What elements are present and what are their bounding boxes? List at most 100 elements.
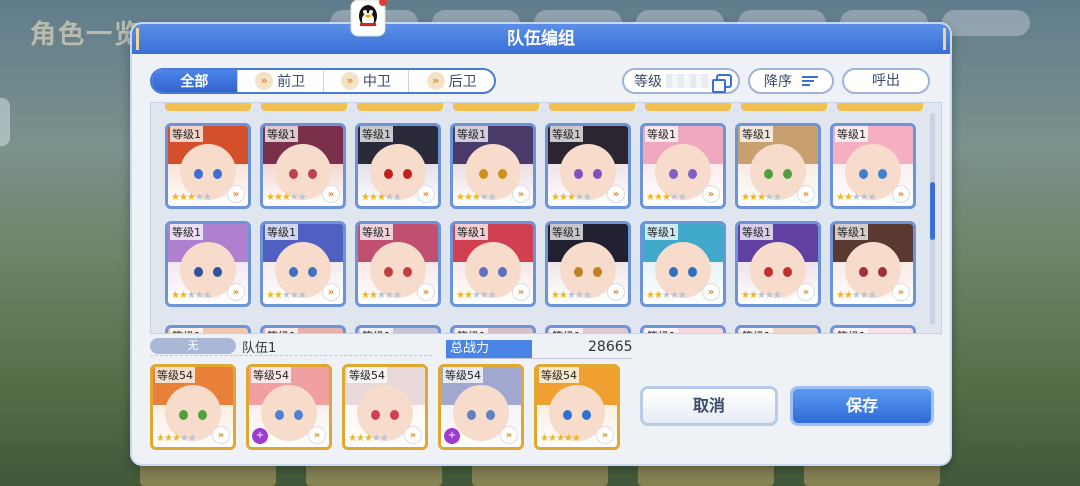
star-icon: ★: [851, 290, 861, 301]
qq-penguin-icon: [350, 0, 387, 37]
team-member-card[interactable]: 等级54 ★★★★★»: [534, 364, 620, 450]
roster-card[interactable]: 等级1: [450, 325, 536, 333]
roster-card[interactable]: 等级1 ★★★★★»: [165, 123, 251, 209]
level-label: 等级1: [740, 224, 773, 240]
roster-card[interactable]: 等级1 ★★★★★»: [165, 221, 251, 307]
star-icon: ★: [558, 290, 568, 301]
team-tag: 无: [150, 338, 236, 354]
roster-card[interactable]: 等级1 ★★★★★»: [355, 123, 441, 209]
star-icon: ★: [843, 290, 853, 301]
chevron-icon: »: [512, 283, 530, 301]
roster-card[interactable]: 等级1 ★★★★★»: [830, 221, 916, 307]
star-icon: ★: [156, 433, 165, 444]
save-button[interactable]: 保存: [790, 386, 934, 426]
star-icon: ★: [194, 290, 204, 301]
roster-card[interactable]: 等级1 ★★★★★»: [640, 123, 726, 209]
team-members: 等级54 ★★★★★» 等级54 +» 等级54 ★★★★★» 等级54 +» 等级54 ★★★★…: [150, 364, 620, 450]
star-rating: ★★★★★: [266, 290, 307, 301]
star-rating: ★★★★★: [836, 192, 877, 203]
roster-card[interactable]: 等级1 ★★★★★»: [640, 221, 726, 307]
previous-row-strip: [165, 103, 923, 111]
star-icon: ★: [368, 290, 378, 301]
star-icon: ★: [171, 433, 181, 444]
roster-card[interactable]: 等级1: [735, 325, 821, 333]
chevron-icon: »: [797, 283, 815, 301]
level-label: 等级1: [455, 224, 488, 240]
star-icon: ★: [361, 192, 370, 203]
star-icon: ★: [186, 192, 196, 203]
roster-card[interactable]: 等级1 ★★★★★»: [450, 123, 536, 209]
roster-card[interactable]: 等级1 ★★★★★»: [355, 221, 441, 307]
star-rating: ★★★★★: [551, 192, 592, 203]
tab-label: 前卫: [277, 74, 306, 90]
star-icon: ★: [487, 192, 497, 203]
star-icon: ★: [273, 192, 283, 203]
chevron-icon: »: [322, 283, 340, 301]
tab-all[interactable]: 全部: [152, 70, 237, 92]
star-icon: ★: [187, 433, 197, 444]
team-member-card[interactable]: 等级54 + »: [438, 364, 524, 450]
level-label: 等级1: [170, 328, 203, 333]
team-member-card[interactable]: 等级54 + »: [246, 364, 332, 450]
roster-card[interactable]: 等级1 ★★★★★»: [545, 221, 631, 307]
chevron-icon: »: [596, 426, 614, 444]
star-icon: ★: [540, 433, 549, 444]
scrollbar-thumb[interactable]: [930, 182, 935, 241]
background-title: 角色一览: [30, 20, 143, 50]
star-icon: ★: [281, 192, 291, 203]
star-icon: ★: [392, 192, 402, 203]
star-icon: ★: [867, 290, 877, 301]
star-icon: ★: [843, 192, 853, 203]
call-button[interactable]: 呼出: [842, 68, 930, 94]
star-icon: ★: [756, 290, 766, 301]
sort-field-select[interactable]: 等级: [622, 68, 740, 94]
star-icon: ★: [363, 433, 373, 444]
star-rating: ★★★★★: [456, 290, 497, 301]
tab-back[interactable]: » 后卫: [408, 70, 494, 92]
roster-card[interactable]: 等级1: [830, 325, 916, 333]
roster-card[interactable]: 等级1 ★★★★★»: [260, 221, 346, 307]
background-bottom-nav: [140, 462, 940, 486]
tab-front[interactable]: » 前卫: [236, 70, 323, 92]
sort-order-button[interactable]: 降序: [748, 68, 834, 94]
star-icon: ★: [479, 192, 489, 203]
chevron-icon: »: [797, 185, 815, 203]
level-label: 等级1: [835, 126, 868, 142]
sort-field-label: 等级: [634, 74, 662, 90]
cancel-button[interactable]: 取消: [640, 386, 778, 426]
star-icon: ★: [194, 192, 204, 203]
star-icon: ★: [772, 290, 782, 301]
star-icon: ★: [741, 192, 750, 203]
star-icon: ★: [566, 192, 576, 203]
roster-card[interactable]: 等级1 ★★★★★ »: [450, 221, 536, 307]
star-icon: ★: [756, 192, 766, 203]
roster-card[interactable]: 等级1: [545, 325, 631, 333]
roster-card[interactable]: 等级1 ★★★★★»: [260, 123, 346, 209]
team-member-card[interactable]: 等级54 ★★★★★»: [150, 364, 236, 450]
team-member-card[interactable]: 等级54 ★★★★★»: [342, 364, 428, 450]
star-icon: ★: [653, 290, 663, 301]
star-icon: ★: [646, 192, 655, 203]
roster-card[interactable]: 等级1: [260, 325, 346, 333]
roster-card[interactable]: 等级1 ★★★★★»: [735, 123, 821, 209]
level-label: 等级1: [170, 224, 203, 240]
star-icon: ★: [867, 192, 877, 203]
star-icon: ★: [297, 192, 307, 203]
roster-card[interactable]: 等级1 ★★★★★»: [545, 123, 631, 209]
roster-card[interactable]: 等级1: [165, 325, 251, 333]
tab-middle[interactable]: » 中卫: [322, 70, 409, 92]
star-icon: ★: [178, 192, 188, 203]
roster-card[interactable]: 等级1: [355, 325, 441, 333]
roster-card[interactable]: 等级1 ★★★★★»: [830, 123, 916, 209]
star-icon: ★: [355, 433, 365, 444]
level-label: 等级1: [645, 328, 678, 333]
star-icon: ★: [456, 290, 465, 301]
roster-card[interactable]: 等级1: [640, 325, 726, 333]
chevron-icon: »: [227, 185, 245, 203]
star-icon: ★: [289, 290, 299, 301]
star-icon: ★: [266, 290, 275, 301]
star-rating: ★★★★★: [551, 290, 592, 301]
rank-up-icon: +: [252, 428, 268, 444]
divider: [446, 358, 632, 359]
roster-card[interactable]: 等级1 ★★★★★»: [735, 221, 821, 307]
